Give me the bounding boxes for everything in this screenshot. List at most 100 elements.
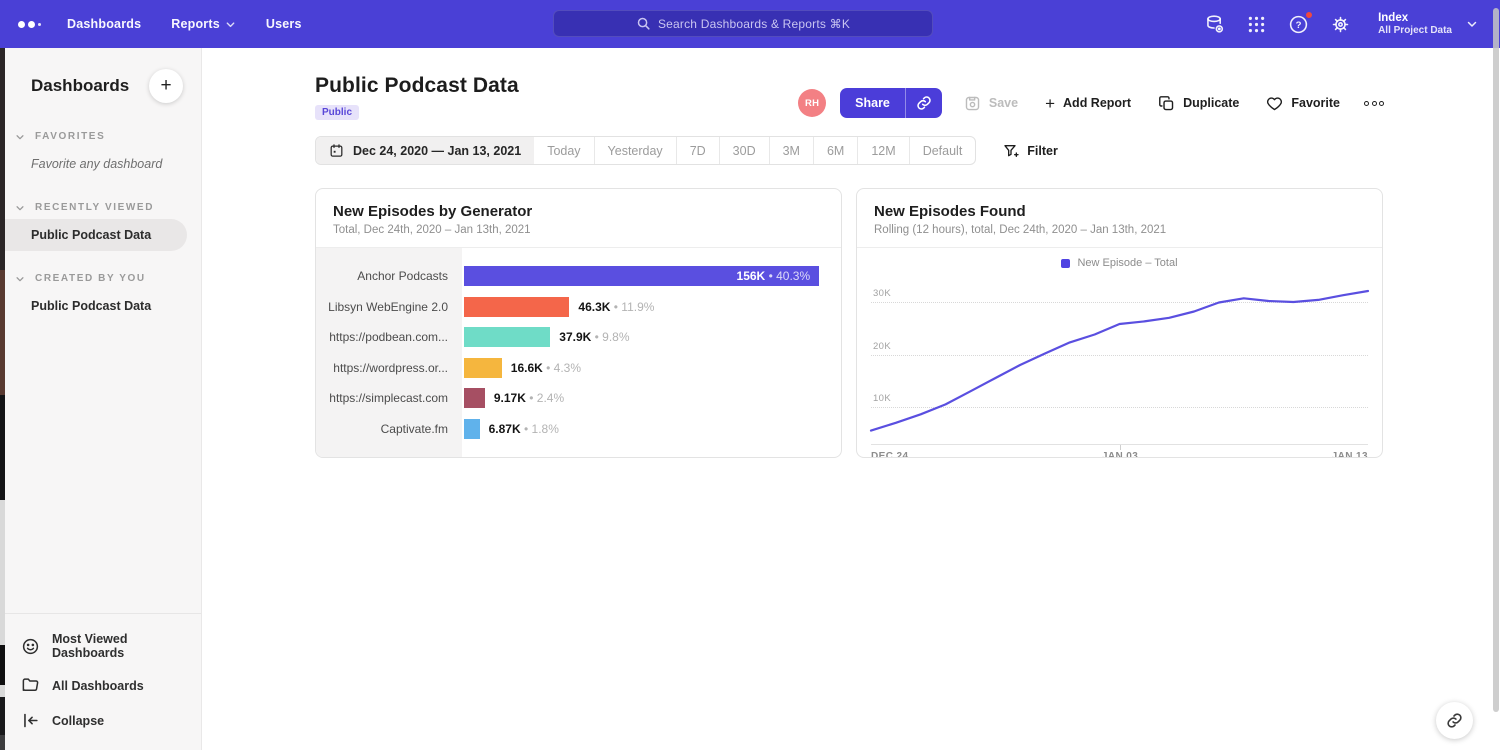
date-preset-12m[interactable]: 12M xyxy=(857,137,908,164)
card-new-episodes-by-generator: New Episodes by Generator Total, Dec 24t… xyxy=(315,188,842,458)
main-content: Public Podcast Data Public RH Share Save… xyxy=(203,48,1500,750)
bar-area: 6.87K • 1.8% xyxy=(462,419,841,439)
top-nav-links: Dashboards Reports Users xyxy=(67,17,302,31)
sidebar-section: CREATED BY YOU Public Podcast Data xyxy=(5,267,201,322)
save-button[interactable]: Save xyxy=(964,95,1018,112)
avatar[interactable]: RH xyxy=(798,89,826,117)
date-preset-6m[interactable]: 6M xyxy=(813,137,857,164)
add-report-button[interactable]: + Add Report xyxy=(1045,95,1131,112)
app-logo[interactable] xyxy=(18,21,41,28)
share-button[interactable]: Share xyxy=(840,88,905,118)
filter-button[interactable]: Filter xyxy=(1003,143,1058,159)
chart-legend: New Episode – Total xyxy=(871,248,1368,277)
project-switcher[interactable]: Index All Project Data xyxy=(1378,11,1478,38)
x-tick-label: JAN 13 xyxy=(1332,451,1368,458)
date-preset-30d[interactable]: 30D xyxy=(719,137,769,164)
apps-grid-icon[interactable] xyxy=(1246,14,1267,35)
date-controls: Dec 24, 2020 — Jan 13, 2021 TodayYesterd… xyxy=(315,136,1058,165)
scrollbar[interactable] xyxy=(1492,0,1500,750)
date-preset-default[interactable]: Default xyxy=(909,137,976,164)
bar-value-label: 37.9K • 9.8% xyxy=(559,330,629,344)
folder-icon xyxy=(21,676,40,695)
scrollbar-thumb[interactable] xyxy=(1493,8,1499,712)
bar-segment[interactable] xyxy=(464,419,480,439)
sidebar-section-header[interactable]: RECENTLY VIEWED xyxy=(5,196,201,219)
chevron-down-icon xyxy=(15,274,25,284)
search-input[interactable]: Search Dashboards & Reports ⌘K xyxy=(553,10,933,37)
bar-segment[interactable] xyxy=(464,358,502,378)
line-chart-plot-area[interactable]: 30K20K10K xyxy=(871,277,1368,444)
card-new-episodes-found: New Episodes Found Rolling (12 hours), t… xyxy=(856,188,1383,458)
data-sources-icon[interactable] xyxy=(1204,14,1225,35)
sidebar-section-header[interactable]: CREATED BY YOU xyxy=(5,267,201,290)
sidebar-hint-text: Favorite any dashboard xyxy=(5,148,201,180)
bar-category-label: Anchor Podcasts xyxy=(316,269,462,283)
svg-text:?: ? xyxy=(1296,20,1302,31)
chevron-down-icon xyxy=(15,203,25,213)
sidebar-footer-all-dashboards[interactable]: All Dashboards xyxy=(5,668,201,703)
copy-link-floating-button[interactable] xyxy=(1436,702,1473,739)
date-preset-yesterday[interactable]: Yesterday xyxy=(594,137,676,164)
add-dashboard-button[interactable]: + xyxy=(149,69,183,103)
bar-segment[interactable] xyxy=(464,297,569,317)
link-icon xyxy=(1446,712,1463,729)
bar-category-label: https://simplecast.com xyxy=(316,391,462,405)
help-icon[interactable]: ? xyxy=(1288,14,1309,35)
favorite-button[interactable]: Favorite xyxy=(1266,95,1340,112)
page-title: Public Podcast Data xyxy=(315,74,519,98)
bar-value-label: 46.3K • 11.9% xyxy=(578,300,654,314)
date-preset-3m[interactable]: 3M xyxy=(769,137,813,164)
sidebar-footer-label: All Dashboards xyxy=(52,679,144,693)
duplicate-icon xyxy=(1158,95,1175,112)
bar-row: Anchor Podcasts156K • 40.3% xyxy=(316,261,841,292)
x-axis: DEC 24JAN 03JAN 13 xyxy=(871,444,1368,458)
heart-icon xyxy=(1266,95,1283,112)
sidebar-section-header[interactable]: FAVORITES xyxy=(5,125,201,148)
card-subtitle: Rolling (12 hours), total, Dec 24th, 202… xyxy=(874,224,1365,236)
sidebar-footer-most-viewed-dashboards[interactable]: Most Viewed Dashboards xyxy=(5,624,201,668)
date-range-button[interactable]: Dec 24, 2020 — Jan 13, 2021 xyxy=(316,137,534,164)
date-preset-7d[interactable]: 7D xyxy=(676,137,719,164)
chevron-down-icon xyxy=(15,132,25,142)
duplicate-button[interactable]: Duplicate xyxy=(1158,95,1239,112)
bar-row: Captivate.fm6.87K • 1.8% xyxy=(316,414,841,445)
topbar-right-cluster: ? Index All Project Data xyxy=(1204,0,1478,48)
x-axis-tick xyxy=(1120,445,1121,450)
sidebar-section-label: FAVORITES xyxy=(35,131,105,142)
bar-segment[interactable] xyxy=(464,388,485,408)
sidebar-section-label: CREATED BY YOU xyxy=(35,273,146,284)
bar-category-label: Captivate.fm xyxy=(316,422,462,436)
chevron-down-icon xyxy=(1466,18,1478,30)
nav-item-dashboards[interactable]: Dashboards xyxy=(67,17,141,31)
nav-item-users[interactable]: Users xyxy=(266,17,302,31)
bar-area: 37.9K • 9.8% xyxy=(462,327,841,347)
date-preset-today[interactable]: Today xyxy=(534,137,593,164)
header-actions: RH Share Save + Add Report Duplicate Fav… xyxy=(798,88,1386,118)
bar-category-label: https://wordpress.or... xyxy=(316,361,462,375)
legend-label: New Episode – Total xyxy=(1077,257,1177,269)
sidebar-section-label: RECENTLY VIEWED xyxy=(35,202,154,213)
bar-area: 46.3K • 11.9% xyxy=(462,297,841,317)
sidebar-item-public-podcast-data[interactable]: Public Podcast Data xyxy=(5,219,187,251)
settings-gear-icon[interactable] xyxy=(1330,14,1351,35)
bar-segment[interactable] xyxy=(464,327,550,347)
bar-segment[interactable]: 156K • 40.3% xyxy=(464,266,819,286)
date-range-segmented-control: Dec 24, 2020 — Jan 13, 2021 TodayYesterd… xyxy=(315,136,976,165)
bar-row: https://wordpress.or...16.6K • 4.3% xyxy=(316,353,841,384)
share-link-button[interactable] xyxy=(905,88,942,118)
notification-badge xyxy=(1305,11,1313,19)
bar-chart: Anchor Podcasts156K • 40.3%Libsyn WebEng… xyxy=(316,248,841,457)
more-options-button[interactable] xyxy=(1362,97,1386,110)
project-subtitle: All Project Data xyxy=(1378,25,1452,38)
sidebar-footer-collapse[interactable]: Collapse xyxy=(5,703,201,738)
nav-item-reports[interactable]: Reports xyxy=(171,17,236,31)
bar-area: 156K • 40.3% xyxy=(462,266,841,286)
sidebar-item-public-podcast-data[interactable]: Public Podcast Data xyxy=(5,290,201,322)
nav-item-label: Reports xyxy=(171,17,220,31)
bar-value-label: 9.17K • 2.4% xyxy=(494,391,564,405)
sidebar-section: RECENTLY VIEWED Public Podcast Data xyxy=(5,196,201,251)
bar-row: https://podbean.com...37.9K • 9.8% xyxy=(316,322,841,353)
sidebar-footer-label: Collapse xyxy=(52,714,104,728)
legend-swatch xyxy=(1061,259,1070,268)
sidebar-footer-label: Most Viewed Dashboards xyxy=(52,632,183,660)
